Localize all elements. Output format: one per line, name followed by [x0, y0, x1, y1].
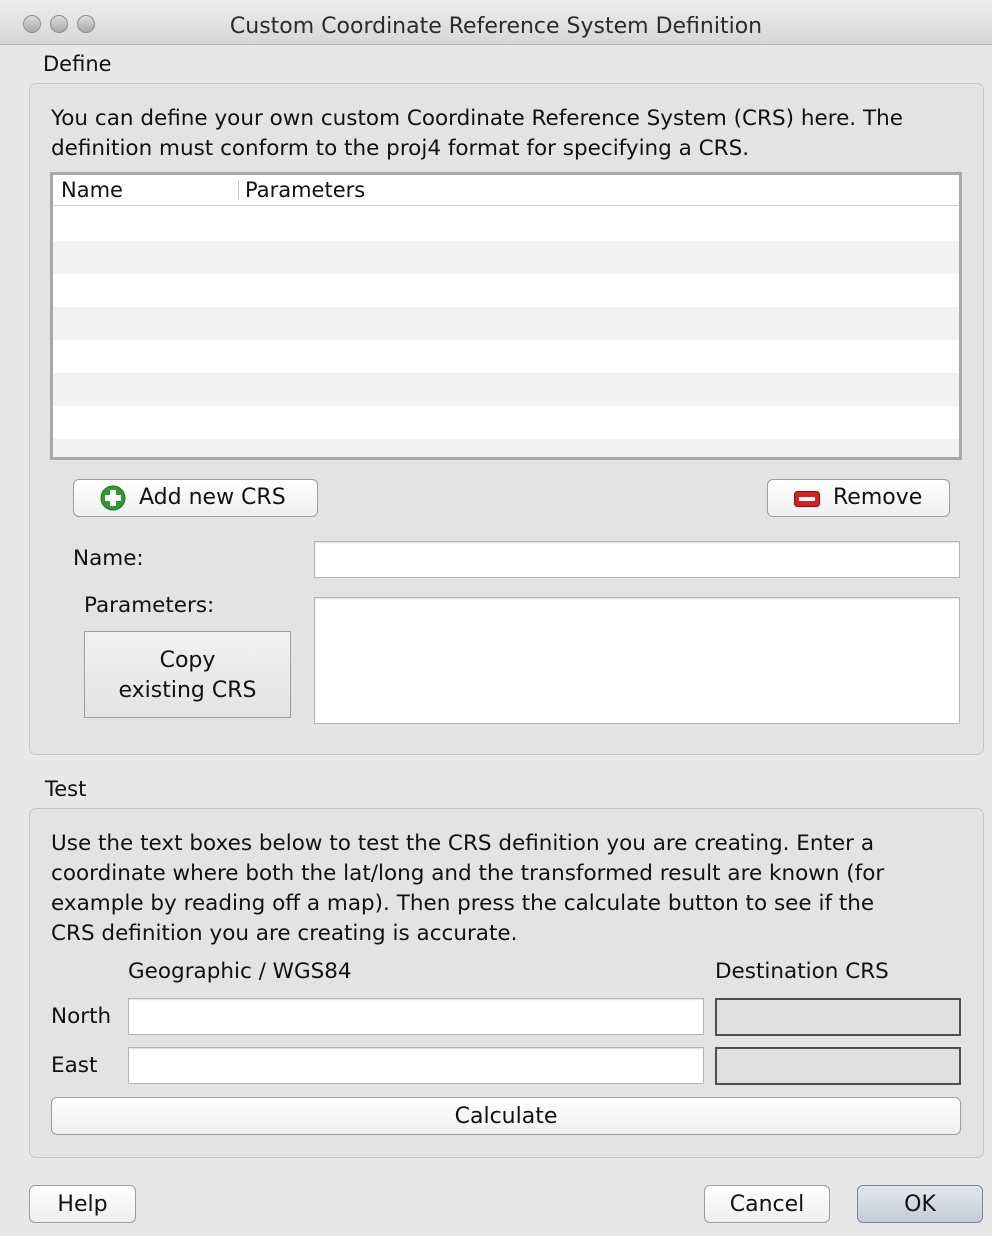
- define-description-line1: You can define your own custom Coordinat…: [51, 106, 903, 131]
- test-description-line1: Use the text boxes below to test the CRS…: [51, 831, 874, 856]
- remove-button[interactable]: Remove: [767, 479, 950, 517]
- name-input[interactable]: [314, 541, 960, 578]
- east-input[interactable]: [128, 1047, 704, 1084]
- cancel-button[interactable]: Cancel: [704, 1185, 830, 1223]
- calculate-button[interactable]: Calculate: [51, 1097, 961, 1135]
- column-header-parameters[interactable]: Parameters: [245, 178, 365, 202]
- help-label: Help: [57, 1191, 108, 1217]
- table-row: [53, 340, 959, 373]
- table-row: [53, 439, 959, 457]
- window-title: Custom Coordinate Reference System Defin…: [229, 14, 763, 39]
- destination-header: Destination CRS: [715, 959, 889, 984]
- table-row: [53, 274, 959, 307]
- test-section-label: Test: [45, 777, 87, 801]
- parameters-label: Parameters:: [84, 593, 215, 618]
- table-row: [53, 406, 959, 439]
- add-new-crs-button[interactable]: Add new CRS: [73, 479, 318, 517]
- plus-icon: [100, 485, 126, 511]
- table-row: [53, 373, 959, 406]
- east-destination-field: [715, 1047, 961, 1085]
- test-description-line3: example by reading off a map). Then pres…: [51, 891, 875, 916]
- test-description-line2: coordinate where both the lat/long and t…: [51, 861, 885, 886]
- add-new-crs-label: Add new CRS: [139, 485, 286, 510]
- column-separator[interactable]: [238, 180, 239, 200]
- table-header: Name Parameters: [53, 175, 959, 206]
- minus-icon: [794, 491, 820, 507]
- table-row: [53, 208, 959, 241]
- name-label: Name:: [73, 546, 144, 571]
- define-description-line2: definition must conform to the proj4 for…: [51, 136, 750, 161]
- east-label: East: [51, 1053, 98, 1078]
- ok-label: OK: [904, 1191, 936, 1217]
- cancel-label: Cancel: [729, 1191, 805, 1217]
- geographic-header: Geographic / WGS84: [128, 959, 352, 984]
- column-header-name[interactable]: Name: [61, 178, 123, 202]
- help-button[interactable]: Help: [29, 1185, 136, 1223]
- title-bar: Custom Coordinate Reference System Defin…: [0, 0, 992, 45]
- define-section-label: Define: [43, 52, 112, 76]
- north-label: North: [51, 1004, 112, 1029]
- copy-existing-crs-button[interactable]: Copy existing CRS: [84, 631, 291, 718]
- north-input[interactable]: [128, 998, 704, 1035]
- north-destination-field: [715, 998, 961, 1036]
- parameters-textarea[interactable]: [314, 597, 960, 724]
- copy-button-line1: Copy: [159, 648, 216, 673]
- copy-button-line2: existing CRS: [118, 678, 257, 703]
- crs-table[interactable]: Name Parameters: [50, 172, 962, 460]
- remove-label: Remove: [833, 485, 923, 510]
- test-description-line4: CRS definition you are creating is accur…: [51, 921, 518, 946]
- ok-button[interactable]: OK: [857, 1185, 983, 1223]
- table-row: [53, 241, 959, 274]
- table-row: [53, 307, 959, 340]
- calculate-label: Calculate: [454, 1103, 558, 1129]
